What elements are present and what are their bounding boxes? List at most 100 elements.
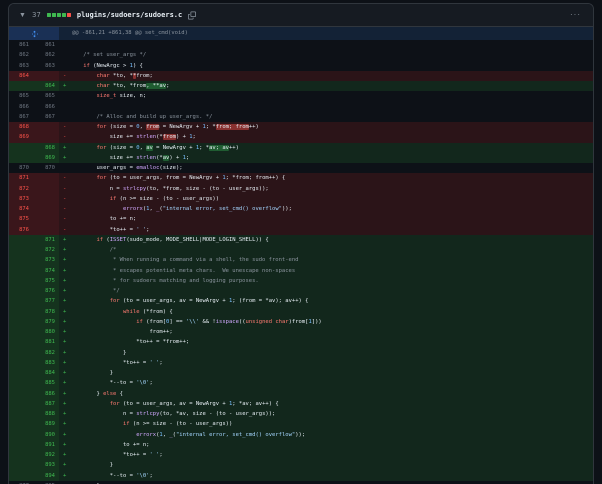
code-token: (*from) { xyxy=(140,309,173,315)
old-line-number[interactable] xyxy=(9,266,33,276)
old-line-number[interactable]: 875 xyxy=(9,214,33,224)
new-line-number[interactable]: 886 xyxy=(33,389,59,399)
new-line-number[interactable]: 893 xyxy=(33,460,59,470)
new-line-number[interactable]: 872 xyxy=(33,245,59,255)
new-line-number[interactable]: 887 xyxy=(33,399,59,409)
diff-marker: + xyxy=(59,450,70,460)
old-line-number[interactable] xyxy=(9,389,33,399)
old-line-number[interactable]: 862 xyxy=(9,50,33,60)
new-line-number[interactable]: 875 xyxy=(33,276,59,286)
old-line-number[interactable]: 873 xyxy=(9,194,33,204)
old-line-number[interactable] xyxy=(9,307,33,317)
old-line-number[interactable]: 871 xyxy=(9,173,33,183)
kebab-menu-button[interactable]: ··· xyxy=(568,11,583,19)
old-line-number[interactable] xyxy=(9,460,33,470)
new-line-number[interactable]: 879 xyxy=(33,317,59,327)
new-line-number[interactable]: 888 xyxy=(33,409,59,419)
file-path[interactable]: plugins/sudoers/sudoers.c xyxy=(77,11,182,19)
old-line-number[interactable]: 876 xyxy=(9,225,33,235)
old-line-number[interactable] xyxy=(9,378,33,388)
old-line-number[interactable] xyxy=(9,286,33,296)
old-line-number[interactable] xyxy=(9,337,33,347)
new-line-number[interactable] xyxy=(33,71,59,81)
new-line-number[interactable]: 890 xyxy=(33,430,59,440)
old-line-number[interactable] xyxy=(9,153,33,163)
expand-hunk-button[interactable] xyxy=(9,27,59,40)
old-line-number[interactable] xyxy=(9,430,33,440)
new-line-number[interactable] xyxy=(33,204,59,214)
new-line-number[interactable]: 863 xyxy=(33,61,59,71)
new-line-number[interactable] xyxy=(33,132,59,142)
code-token: n = xyxy=(70,411,136,417)
new-line-number[interactable]: 891 xyxy=(33,440,59,450)
old-line-number[interactable] xyxy=(9,450,33,460)
new-line-number[interactable]: 881 xyxy=(33,337,59,347)
new-line-number[interactable]: 894 xyxy=(33,471,59,481)
new-line-number[interactable]: 884 xyxy=(33,368,59,378)
old-line-number[interactable] xyxy=(9,399,33,409)
old-line-number[interactable] xyxy=(9,143,33,153)
new-line-number[interactable]: 874 xyxy=(33,266,59,276)
new-line-number[interactable]: 877 xyxy=(33,296,59,306)
old-line-number[interactable]: 866 xyxy=(9,102,33,112)
old-line-number[interactable]: 869 xyxy=(9,132,33,142)
new-line-number[interactable]: 873 xyxy=(33,255,59,265)
new-line-number[interactable]: 862 xyxy=(33,50,59,60)
old-line-number[interactable] xyxy=(9,368,33,378)
old-line-number[interactable] xyxy=(9,296,33,306)
old-line-number[interactable]: 861 xyxy=(9,40,33,50)
new-line-number[interactable]: 878 xyxy=(33,307,59,317)
old-line-number[interactable]: 872 xyxy=(9,184,33,194)
old-line-number[interactable] xyxy=(9,440,33,450)
chevron-down-icon[interactable]: ▼ xyxy=(19,12,26,19)
new-line-number[interactable]: 871 xyxy=(33,235,59,245)
new-line-number[interactable]: 865 xyxy=(33,91,59,101)
new-line-number[interactable]: 880 xyxy=(33,327,59,337)
new-line-number[interactable]: 866 xyxy=(33,102,59,112)
new-line-number[interactable]: 892 xyxy=(33,450,59,460)
old-line-number[interactable]: 874 xyxy=(9,204,33,214)
new-line-number[interactable]: 883 xyxy=(33,358,59,368)
copy-path-button[interactable] xyxy=(188,11,196,20)
new-line-number[interactable] xyxy=(33,225,59,235)
old-line-number[interactable] xyxy=(9,419,33,429)
old-line-number[interactable] xyxy=(9,317,33,327)
diff-lines: 861861862862 /* set user_args */863863 i… xyxy=(9,40,593,484)
new-line-number[interactable] xyxy=(33,122,59,132)
code-content xyxy=(70,40,593,50)
old-line-number[interactable] xyxy=(9,327,33,337)
old-line-number[interactable] xyxy=(9,245,33,255)
old-line-number[interactable]: 868 xyxy=(9,122,33,132)
old-line-number[interactable]: 865 xyxy=(9,91,33,101)
new-line-number[interactable] xyxy=(33,173,59,183)
new-line-number[interactable]: 876 xyxy=(33,286,59,296)
diff-marker: + xyxy=(59,419,70,429)
new-line-number[interactable]: 885 xyxy=(33,378,59,388)
old-line-number[interactable]: 864 xyxy=(9,71,33,81)
old-line-number[interactable] xyxy=(9,276,33,286)
old-line-number[interactable] xyxy=(9,348,33,358)
new-line-number[interactable]: 882 xyxy=(33,348,59,358)
new-line-number[interactable]: 889 xyxy=(33,419,59,429)
new-line-number[interactable]: 868 xyxy=(33,143,59,153)
old-line-number[interactable] xyxy=(9,81,33,91)
new-line-number[interactable]: 869 xyxy=(33,153,59,163)
old-line-number[interactable] xyxy=(9,255,33,265)
new-line-number[interactable]: 864 xyxy=(33,81,59,91)
old-line-number[interactable]: 863 xyxy=(9,61,33,71)
new-line-number[interactable]: 870 xyxy=(33,163,59,173)
new-line-number[interactable] xyxy=(33,184,59,194)
code-token xyxy=(70,319,136,325)
old-line-number[interactable]: 870 xyxy=(9,163,33,173)
old-line-number[interactable] xyxy=(9,471,33,481)
word-diff-highlight: from xyxy=(163,134,176,140)
code-token: *to++ = *from++; xyxy=(70,339,189,345)
old-line-number[interactable] xyxy=(9,409,33,419)
old-line-number[interactable] xyxy=(9,235,33,245)
new-line-number[interactable] xyxy=(33,214,59,224)
old-line-number[interactable] xyxy=(9,358,33,368)
old-line-number[interactable]: 867 xyxy=(9,112,33,122)
new-line-number[interactable]: 867 xyxy=(33,112,59,122)
new-line-number[interactable] xyxy=(33,194,59,204)
new-line-number[interactable]: 861 xyxy=(33,40,59,50)
